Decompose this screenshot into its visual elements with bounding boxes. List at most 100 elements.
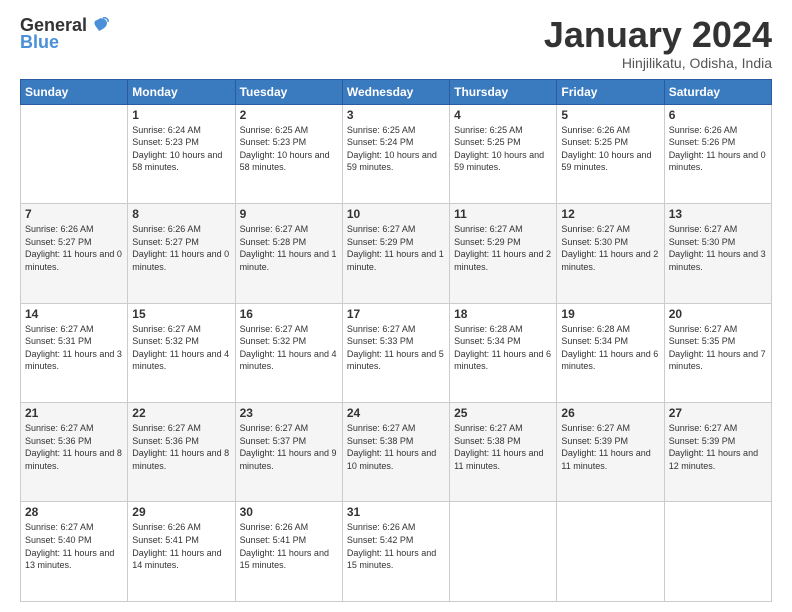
day-info: Sunrise: 6:26 AM Sunset: 5:41 PM Dayligh… [240,521,338,571]
logo: General Blue [20,15,109,53]
location-subtitle: Hinjilikatu, Odisha, India [544,55,772,71]
header-thursday: Thursday [450,79,557,104]
day-info: Sunrise: 6:27 AM Sunset: 5:32 PM Dayligh… [240,323,338,373]
calendar-cell: 28 Sunrise: 6:27 AM Sunset: 5:40 PM Dayl… [21,502,128,602]
day-info: Sunrise: 6:26 AM Sunset: 5:27 PM Dayligh… [132,223,230,273]
day-info: Sunrise: 6:27 AM Sunset: 5:39 PM Dayligh… [561,422,659,472]
calendar-cell: 24 Sunrise: 6:27 AM Sunset: 5:38 PM Dayl… [342,403,449,502]
calendar-cell: 30 Sunrise: 6:26 AM Sunset: 5:41 PM Dayl… [235,502,342,602]
day-info: Sunrise: 6:27 AM Sunset: 5:30 PM Dayligh… [669,223,767,273]
week-row-4: 21 Sunrise: 6:27 AM Sunset: 5:36 PM Dayl… [21,403,772,502]
header: General Blue January 2024 Hinjilikatu, O… [20,15,772,71]
day-number: 31 [347,505,445,519]
day-number: 3 [347,108,445,122]
title-section: January 2024 Hinjilikatu, Odisha, India [544,15,772,71]
month-title: January 2024 [544,15,772,55]
calendar-cell: 15 Sunrise: 6:27 AM Sunset: 5:32 PM Dayl… [128,303,235,402]
day-info: Sunrise: 6:27 AM Sunset: 5:37 PM Dayligh… [240,422,338,472]
day-number: 12 [561,207,659,221]
week-row-3: 14 Sunrise: 6:27 AM Sunset: 5:31 PM Dayl… [21,303,772,402]
day-number: 18 [454,307,552,321]
day-number: 17 [347,307,445,321]
week-row-1: 1 Sunrise: 6:24 AM Sunset: 5:23 PM Dayli… [21,104,772,203]
calendar-cell [21,104,128,203]
day-number: 27 [669,406,767,420]
week-row-5: 28 Sunrise: 6:27 AM Sunset: 5:40 PM Dayl… [21,502,772,602]
page: General Blue January 2024 Hinjilikatu, O… [0,0,792,612]
day-number: 2 [240,108,338,122]
header-tuesday: Tuesday [235,79,342,104]
day-number: 6 [669,108,767,122]
day-number: 22 [132,406,230,420]
day-number: 19 [561,307,659,321]
day-info: Sunrise: 6:27 AM Sunset: 5:40 PM Dayligh… [25,521,123,571]
day-number: 30 [240,505,338,519]
calendar-cell: 18 Sunrise: 6:28 AM Sunset: 5:34 PM Dayl… [450,303,557,402]
day-number: 21 [25,406,123,420]
day-number: 7 [25,207,123,221]
logo-bird-icon [89,17,109,35]
calendar-cell: 2 Sunrise: 6:25 AM Sunset: 5:23 PM Dayli… [235,104,342,203]
calendar-cell: 31 Sunrise: 6:26 AM Sunset: 5:42 PM Dayl… [342,502,449,602]
header-friday: Friday [557,79,664,104]
weekday-header-row: Sunday Monday Tuesday Wednesday Thursday… [21,79,772,104]
header-sunday: Sunday [21,79,128,104]
day-number: 1 [132,108,230,122]
day-number: 26 [561,406,659,420]
calendar-cell: 19 Sunrise: 6:28 AM Sunset: 5:34 PM Dayl… [557,303,664,402]
calendar-cell: 14 Sunrise: 6:27 AM Sunset: 5:31 PM Dayl… [21,303,128,402]
calendar-cell: 6 Sunrise: 6:26 AM Sunset: 5:26 PM Dayli… [664,104,771,203]
day-info: Sunrise: 6:26 AM Sunset: 5:25 PM Dayligh… [561,124,659,174]
day-info: Sunrise: 6:27 AM Sunset: 5:28 PM Dayligh… [240,223,338,273]
day-number: 29 [132,505,230,519]
day-info: Sunrise: 6:27 AM Sunset: 5:39 PM Dayligh… [669,422,767,472]
day-number: 23 [240,406,338,420]
day-info: Sunrise: 6:25 AM Sunset: 5:23 PM Dayligh… [240,124,338,174]
calendar-cell: 5 Sunrise: 6:26 AM Sunset: 5:25 PM Dayli… [557,104,664,203]
calendar-cell: 11 Sunrise: 6:27 AM Sunset: 5:29 PM Dayl… [450,204,557,303]
calendar-cell [450,502,557,602]
day-info: Sunrise: 6:27 AM Sunset: 5:38 PM Dayligh… [454,422,552,472]
calendar-cell: 12 Sunrise: 6:27 AM Sunset: 5:30 PM Dayl… [557,204,664,303]
day-number: 8 [132,207,230,221]
calendar-cell: 17 Sunrise: 6:27 AM Sunset: 5:33 PM Dayl… [342,303,449,402]
header-wednesday: Wednesday [342,79,449,104]
calendar-cell: 13 Sunrise: 6:27 AM Sunset: 5:30 PM Dayl… [664,204,771,303]
day-info: Sunrise: 6:27 AM Sunset: 5:36 PM Dayligh… [132,422,230,472]
day-info: Sunrise: 6:26 AM Sunset: 5:41 PM Dayligh… [132,521,230,571]
calendar-cell: 21 Sunrise: 6:27 AM Sunset: 5:36 PM Dayl… [21,403,128,502]
calendar-cell: 1 Sunrise: 6:24 AM Sunset: 5:23 PM Dayli… [128,104,235,203]
day-info: Sunrise: 6:27 AM Sunset: 5:38 PM Dayligh… [347,422,445,472]
day-info: Sunrise: 6:26 AM Sunset: 5:42 PM Dayligh… [347,521,445,571]
day-info: Sunrise: 6:27 AM Sunset: 5:35 PM Dayligh… [669,323,767,373]
header-saturday: Saturday [664,79,771,104]
day-info: Sunrise: 6:27 AM Sunset: 5:30 PM Dayligh… [561,223,659,273]
header-monday: Monday [128,79,235,104]
calendar-cell: 3 Sunrise: 6:25 AM Sunset: 5:24 PM Dayli… [342,104,449,203]
calendar-cell: 16 Sunrise: 6:27 AM Sunset: 5:32 PM Dayl… [235,303,342,402]
calendar-cell: 23 Sunrise: 6:27 AM Sunset: 5:37 PM Dayl… [235,403,342,502]
day-info: Sunrise: 6:27 AM Sunset: 5:33 PM Dayligh… [347,323,445,373]
day-number: 10 [347,207,445,221]
day-number: 16 [240,307,338,321]
day-number: 24 [347,406,445,420]
day-number: 25 [454,406,552,420]
day-info: Sunrise: 6:26 AM Sunset: 5:27 PM Dayligh… [25,223,123,273]
day-info: Sunrise: 6:28 AM Sunset: 5:34 PM Dayligh… [561,323,659,373]
day-number: 20 [669,307,767,321]
day-info: Sunrise: 6:27 AM Sunset: 5:32 PM Dayligh… [132,323,230,373]
day-number: 15 [132,307,230,321]
calendar-cell: 26 Sunrise: 6:27 AM Sunset: 5:39 PM Dayl… [557,403,664,502]
calendar-cell: 25 Sunrise: 6:27 AM Sunset: 5:38 PM Dayl… [450,403,557,502]
calendar-cell: 20 Sunrise: 6:27 AM Sunset: 5:35 PM Dayl… [664,303,771,402]
calendar-cell: 4 Sunrise: 6:25 AM Sunset: 5:25 PM Dayli… [450,104,557,203]
day-info: Sunrise: 6:27 AM Sunset: 5:29 PM Dayligh… [454,223,552,273]
logo-blue: Blue [20,32,59,53]
day-number: 9 [240,207,338,221]
day-info: Sunrise: 6:27 AM Sunset: 5:36 PM Dayligh… [25,422,123,472]
day-info: Sunrise: 6:24 AM Sunset: 5:23 PM Dayligh… [132,124,230,174]
day-info: Sunrise: 6:26 AM Sunset: 5:26 PM Dayligh… [669,124,767,174]
week-row-2: 7 Sunrise: 6:26 AM Sunset: 5:27 PM Dayli… [21,204,772,303]
calendar-cell: 27 Sunrise: 6:27 AM Sunset: 5:39 PM Dayl… [664,403,771,502]
calendar-cell [557,502,664,602]
